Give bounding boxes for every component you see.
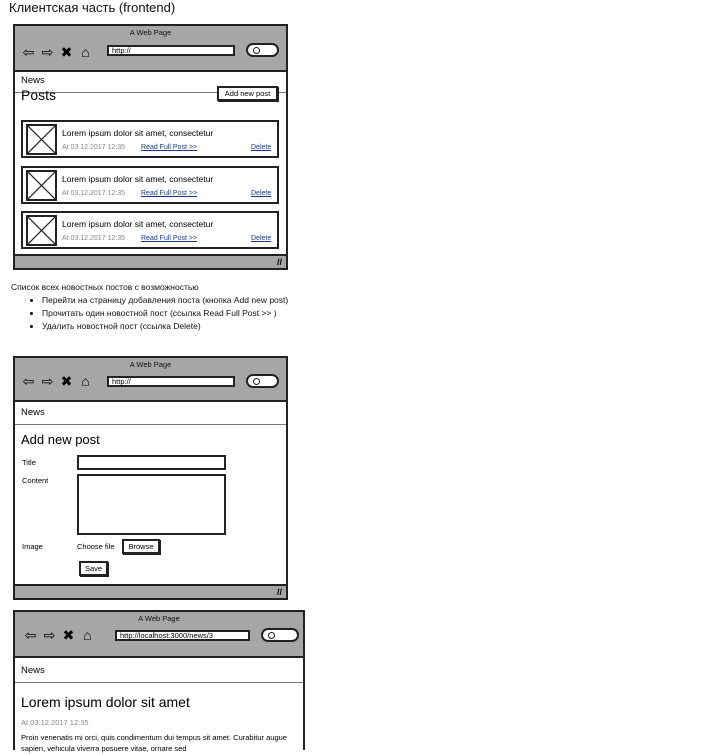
- feature-list: Перейти на страницу добавления поста (кн…: [11, 294, 288, 333]
- description-intro: Список всех новостных постов с возможнос…: [11, 282, 199, 292]
- nav-buttons: ⇦ ⇨ ✖ ⌂: [22, 373, 98, 389]
- address-bar[interactable]: http://: [107, 45, 235, 56]
- nav-buttons: ⇦ ⇨ ✖ ⌂: [22, 44, 98, 60]
- posts-list-mockup: A Web Page ⇦ ⇨ ✖ ⌂ http:// News Posts Ad…: [13, 24, 288, 270]
- home-icon[interactable]: ⌂: [79, 374, 92, 388]
- browser-page-title: A Web Page: [138, 614, 180, 623]
- search-icon: [268, 632, 275, 639]
- list-item: Прочитать один новостной пост (ссылка Re…: [42, 307, 288, 320]
- post-card: Lorem ipsum dolor sit amet, consectetur …: [21, 166, 279, 204]
- delete-link[interactable]: Delete: [251, 190, 271, 197]
- add-post-mockup: A Web Page ⇦ ⇨ ✖ ⌂ http:// News Add new …: [13, 356, 288, 600]
- image-placeholder-icon: [26, 215, 57, 246]
- content-label: Content: [22, 476, 49, 485]
- back-arrow-icon[interactable]: ⇦: [24, 628, 37, 642]
- search-box[interactable]: [246, 374, 279, 388]
- post-title: Lorem ipsum dolor sit amet, consectetur: [62, 128, 214, 138]
- search-icon: [253, 378, 260, 385]
- image-placeholder-icon: [26, 170, 57, 201]
- browser-page-title: A Web Page: [129, 360, 172, 369]
- browser-toolbar: A Web Page ⇦ ⇨ ✖ ⌂ http://localhost:3000…: [15, 612, 303, 658]
- forward-arrow-icon[interactable]: ⇨: [43, 628, 56, 642]
- status-bar: //: [15, 584, 286, 598]
- image-placeholder-icon: [26, 124, 57, 155]
- add-new-post-button[interactable]: Add new post: [217, 86, 278, 101]
- browser-toolbar: A Web Page ⇦ ⇨ ✖ ⌂ http://: [15, 358, 286, 402]
- nav-news-link[interactable]: News: [15, 407, 286, 425]
- list-item: Удалить новостной пост (ссылка Delete): [42, 320, 288, 333]
- post-date: At 03.12.2017 12:35: [62, 190, 126, 197]
- home-icon[interactable]: ⌂: [81, 628, 94, 642]
- image-label: Image: [22, 542, 43, 551]
- post-card: Lorem ipsum dolor sit amet, consectetur …: [21, 120, 279, 158]
- delete-link[interactable]: Delete: [251, 235, 271, 242]
- read-full-post-link[interactable]: Read Full Post >>: [141, 235, 197, 242]
- address-bar[interactable]: http://localhost:3000/news/3: [115, 630, 250, 641]
- post-title: Lorem ipsum dolor sit amet, consectetur: [62, 174, 214, 184]
- browser-toolbar: A Web Page ⇦ ⇨ ✖ ⌂ http://: [15, 26, 286, 72]
- save-button[interactable]: Save: [79, 561, 108, 576]
- nav-news-link[interactable]: News: [15, 665, 303, 683]
- title-label: Title: [22, 458, 36, 467]
- post-body: Proin venenatis mi orci, quis condimentu…: [21, 733, 287, 753]
- post-card: Lorem ipsum dolor sit amet, consectetur …: [21, 211, 279, 249]
- resize-grip-icon[interactable]: //: [277, 587, 282, 598]
- read-full-post-link[interactable]: Read Full Post >>: [141, 144, 197, 151]
- page-title: Posts: [21, 87, 57, 103]
- nav-buttons: ⇦ ⇨ ✖ ⌂: [24, 627, 100, 643]
- close-x-icon[interactable]: ✖: [60, 45, 73, 59]
- page-title: Add new post: [21, 432, 100, 447]
- resize-grip-icon[interactable]: //: [277, 257, 282, 268]
- post-date: At 03.12.2017 12:35: [62, 235, 126, 242]
- post-date: At 03.12.2017 12:35: [62, 144, 126, 151]
- forward-arrow-icon[interactable]: ⇨: [41, 45, 54, 59]
- status-bar: //: [15, 254, 286, 268]
- back-arrow-icon[interactable]: ⇦: [22, 45, 35, 59]
- post-detail-mockup: A Web Page ⇦ ⇨ ✖ ⌂ http://localhost:3000…: [13, 610, 305, 753]
- browse-button[interactable]: Browse: [122, 539, 160, 554]
- choose-file-label: Choose file: [77, 542, 115, 551]
- delete-link[interactable]: Delete: [251, 144, 271, 151]
- search-box[interactable]: [246, 43, 279, 57]
- browser-page-title: A Web Page: [129, 28, 172, 37]
- read-full-post-link[interactable]: Read Full Post >>: [141, 190, 197, 197]
- home-icon[interactable]: ⌂: [79, 45, 92, 59]
- close-x-icon[interactable]: ✖: [62, 628, 75, 642]
- close-x-icon[interactable]: ✖: [60, 374, 73, 388]
- post-date: At 03.12.2017 12:35: [21, 718, 89, 727]
- list-item: Перейти на страницу добавления поста (кн…: [42, 294, 288, 307]
- search-box[interactable]: [261, 628, 299, 642]
- content-textarea[interactable]: [77, 474, 226, 535]
- document-title: Клиентская часть (frontend): [9, 0, 176, 15]
- post-heading: Lorem ipsum dolor sit amet: [21, 694, 190, 710]
- search-icon: [253, 47, 260, 54]
- address-bar[interactable]: http://: [107, 376, 235, 387]
- forward-arrow-icon[interactable]: ⇨: [41, 374, 54, 388]
- description-block: Список всех новостных постов с возможнос…: [11, 281, 288, 333]
- back-arrow-icon[interactable]: ⇦: [22, 374, 35, 388]
- title-input[interactable]: [77, 455, 226, 470]
- post-title: Lorem ipsum dolor sit amet, consectetur: [62, 219, 214, 229]
